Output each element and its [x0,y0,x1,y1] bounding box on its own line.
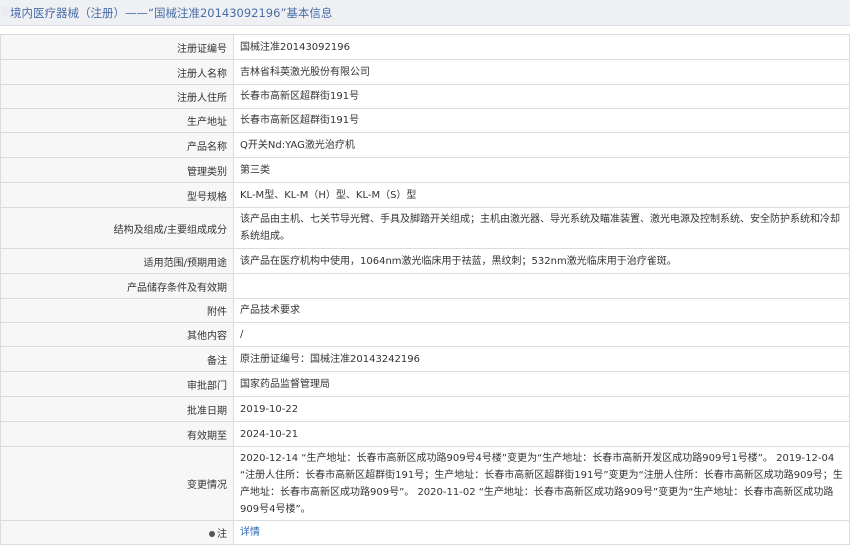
row-label: 结构及组成/主要组成成分 [0,207,234,249]
info-table: 注册证编号 国械注准20143092196 注册人名称 吉林省科英激光股份有限公… [0,34,850,545]
note-label: 注 [217,529,227,540]
table-row: 适用范围/预期用途 该产品在医疗机构中使用，1064nm激光临床用于祛蓝，黑纹刺… [0,248,850,274]
row-label: 附件 [0,298,234,323]
row-value: Q开关Nd:YAG激光治疗机 [233,132,850,158]
note-label-cell: 注 [0,520,234,545]
row-value: 吉林省科英激光股份有限公司 [233,59,850,85]
row-value: 产品技术要求 [233,298,850,323]
row-label: 产品名称 [0,132,234,158]
table-row: 生产地址 长春市高新区超群街191号 [0,108,850,133]
row-label: 其他内容 [0,322,234,347]
table-row: 变更情况 2020-12-14 “生产地址：长春市高新区成功路909号4号楼”变… [0,446,850,521]
table-row: 型号规格 KL-M型、KL-M（H）型、KL-M（S）型 [0,182,850,208]
table-row: 审批部门 国家药品监督管理局 [0,371,850,397]
table-row: 备注 原注册证编号：国械注准20143242196 [0,346,850,372]
row-value: 国家药品监督管理局 [233,371,850,397]
row-label: 生产地址 [0,108,234,133]
row-value: 长春市高新区超群街191号 [233,108,850,133]
row-label: 产品储存条件及有效期 [0,273,234,299]
page-header: 境内医疗器械（注册）——“国械注准20143092196”基本信息 [0,0,850,26]
table-row-note: 注 详情 [0,520,850,545]
row-value: 该产品在医疗机构中使用，1064nm激光临床用于祛蓝，黑纹刺；532nm激光临床… [233,248,850,274]
row-label: 管理类别 [0,157,234,183]
table-row: 其他内容 / [0,322,850,347]
table-row: 注册证编号 国械注准20143092196 [0,34,850,60]
row-value: 第三类 [233,157,850,183]
row-value: 2019-10-22 [233,396,850,422]
table-row: 管理类别 第三类 [0,157,850,183]
row-label: 注册人住所 [0,84,234,109]
row-value: / [233,322,850,347]
row-label: 审批部门 [0,371,234,397]
page-title: 境内医疗器械（注册）——“国械注准20143092196”基本信息 [10,6,333,20]
row-value: 2020-12-14 “生产地址：长春市高新区成功路909号4号楼”变更为“生产… [233,446,850,521]
table-row: 注册人名称 吉林省科英激光股份有限公司 [0,59,850,85]
table-row: 产品名称 Q开关Nd:YAG激光治疗机 [0,132,850,158]
row-value [233,273,850,299]
table-row: 批准日期 2019-10-22 [0,396,850,422]
row-value: 国械注准20143092196 [233,34,850,60]
row-label: 注册人名称 [0,59,234,85]
table-row: 产品储存条件及有效期 [0,273,850,299]
row-label: 有效期至 [0,421,234,447]
row-label: 变更情况 [0,446,234,521]
table-row: 有效期至 2024-10-21 [0,421,850,447]
bulb-icon [209,531,215,537]
row-value: 2024-10-21 [233,421,850,447]
note-value-cell: 详情 [233,520,850,545]
row-label: 适用范围/预期用途 [0,248,234,274]
table-row: 结构及组成/主要组成成分 该产品由主机、七关节导光臂、手具及脚踏开关组成；主机由… [0,207,850,249]
table-row: 注册人住所 长春市高新区超群街191号 [0,84,850,109]
row-label: 批准日期 [0,396,234,422]
row-label: 备注 [0,346,234,372]
details-link[interactable]: 详情 [240,527,260,538]
row-value: 原注册证编号：国械注准20143242196 [233,346,850,372]
table-row: 附件 产品技术要求 [0,298,850,323]
row-value: 该产品由主机、七关节导光臂、手具及脚踏开关组成；主机由激光器、导光系统及瞄准装置… [233,207,850,249]
row-value: KL-M型、KL-M（H）型、KL-M（S）型 [233,182,850,208]
breadcrumb-marker-icon [1,6,9,17]
row-value: 长春市高新区超群街191号 [233,84,850,109]
row-label: 注册证编号 [0,34,234,60]
row-label: 型号规格 [0,182,234,208]
